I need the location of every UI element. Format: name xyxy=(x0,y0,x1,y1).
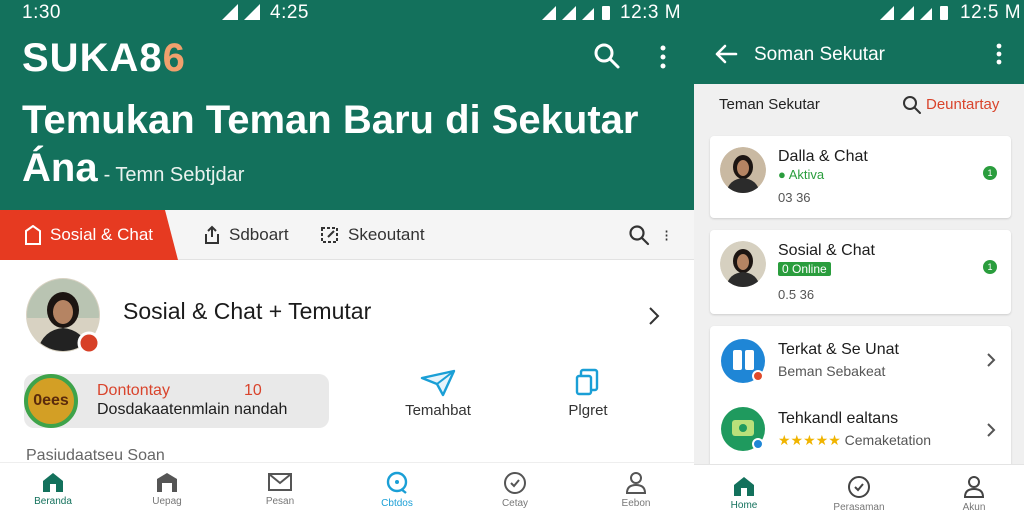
action-plgret[interactable]: Plgret xyxy=(538,368,638,419)
more-icon[interactable] xyxy=(994,42,1004,66)
chevron-right-icon[interactable] xyxy=(986,352,996,368)
group-item[interactable]: Terkat & Se Unat Beman Sebakeat xyxy=(710,326,1011,396)
nav-eebon[interactable]: Eebon xyxy=(596,471,676,509)
search-icon[interactable] xyxy=(593,42,621,70)
subheader-title: Teman Sekutar xyxy=(719,96,820,113)
online-badge: 0 Online xyxy=(778,262,831,276)
friend-card[interactable]: Dalla & Chat ● Aktiva 03 36 1 xyxy=(710,136,1011,218)
promo-count: 10 xyxy=(244,382,262,399)
chat-icon xyxy=(386,471,408,494)
tag-icon xyxy=(25,225,41,245)
app-icon xyxy=(720,338,766,384)
status-time: 1:30 xyxy=(22,2,61,23)
promo-title: Dontontay xyxy=(97,382,170,399)
friend-card[interactable]: Sosial & Chat 0 Online 0.5 36 1 xyxy=(710,230,1011,314)
right-header: 12:5 M Soman Sekutar xyxy=(694,0,1024,84)
profile-row[interactable]: Sosial & Chat + Temutar xyxy=(0,276,694,362)
status-clock: 12:3 M xyxy=(620,2,682,23)
tab-search-icon[interactable] xyxy=(628,224,650,246)
avatar xyxy=(720,241,766,287)
notification-badge: 1 xyxy=(983,166,997,180)
brand-logo: SUKA86 xyxy=(22,36,186,80)
user-icon xyxy=(963,476,985,498)
store-icon xyxy=(157,473,177,492)
nav-perasaman[interactable]: Perasaman xyxy=(819,475,899,512)
status-badge: ● Aktiva xyxy=(778,167,825,182)
profile-title: Sosial & Chat + Temutar xyxy=(123,298,372,324)
back-arrow-icon[interactable] xyxy=(714,42,738,66)
bottom-nav: Home Perasaman Akun xyxy=(694,464,1024,512)
app-icon xyxy=(720,406,766,452)
nav-pesan[interactable]: Pesan xyxy=(240,471,320,507)
status-time-center: 4:25 xyxy=(270,2,309,23)
avatar xyxy=(720,147,766,193)
more-icon[interactable] xyxy=(658,44,668,70)
mail-icon xyxy=(268,473,292,491)
action-temahbat[interactable]: Temahbat xyxy=(388,368,488,419)
right-screen: 12:5 M Soman Sekutar Teman Sekutar Deunt… xyxy=(694,0,1024,512)
nav-uepag[interactable]: Uepag xyxy=(127,471,207,507)
chevron-right-icon[interactable] xyxy=(986,422,996,438)
nav-cbtdos[interactable]: Cbtdos xyxy=(357,471,437,509)
signal-icon xyxy=(222,4,266,20)
chevron-right-icon[interactable] xyxy=(648,306,660,326)
tab-sdboart[interactable]: Sdboart xyxy=(203,210,289,260)
send-icon xyxy=(420,369,456,397)
nav-beranda[interactable]: Beranda xyxy=(13,471,93,507)
edit-icon xyxy=(321,227,338,243)
subheader-action[interactable]: Deuntartay xyxy=(926,96,999,113)
promo-description: Dosdakaatenmlain nandah xyxy=(97,401,288,418)
status-icons xyxy=(880,4,952,22)
tab-bar: Sosial & Chat Sdboart Skeoutant ⁝ xyxy=(0,210,694,260)
tab-sosial-chat[interactable]: Sosial & Chat xyxy=(0,210,178,260)
tab-more-icon[interactable]: ⁝ xyxy=(664,226,669,246)
header-title: Soman Sekutar xyxy=(754,44,885,65)
nav-cetay[interactable]: Cetay xyxy=(475,471,555,509)
rating-row: ★★★★★ Cemaketation xyxy=(778,432,932,448)
promo-badge: 0ees xyxy=(24,374,78,428)
star-rating: ★★★★★ xyxy=(778,432,841,448)
tab-skeoutant[interactable]: Skeoutant xyxy=(320,210,425,260)
nav-home[interactable]: Home xyxy=(704,475,784,511)
app-header: 1:30 4:25 12:3 M SUKA86 Temukan Teman Ba… xyxy=(0,0,694,210)
user-icon xyxy=(625,472,647,494)
hero-subtitle: - Temn Sebtjdar xyxy=(103,164,245,186)
network-icon xyxy=(542,4,614,22)
nav-akun[interactable]: Akun xyxy=(934,475,1014,512)
search-icon[interactable] xyxy=(902,95,922,115)
document-icon xyxy=(575,368,599,396)
status-clock: 12:5 M xyxy=(960,2,1022,23)
clock-icon xyxy=(848,476,870,498)
left-screen: 1:30 4:25 12:3 M SUKA86 Temukan Teman Ba… xyxy=(0,0,694,512)
avatar xyxy=(26,278,106,358)
home-icon xyxy=(43,473,63,492)
hero-heading: Temukan Teman Baru di Sekutar Ána - Temn … xyxy=(22,98,639,190)
notification-badge: 1 xyxy=(983,260,997,274)
bottom-nav: Beranda Uepag Pesan Cbtdos Cetay Eebon xyxy=(0,462,694,512)
group-list-card: Terkat & Se Unat Beman Sebakeat Tehkandl… xyxy=(710,326,1011,476)
clock-icon xyxy=(504,472,526,494)
home-icon xyxy=(734,477,754,496)
share-icon xyxy=(205,225,219,244)
promo-card[interactable]: 0ees Dontontay 10 Dosdakaatenmlain nanda… xyxy=(24,374,329,428)
